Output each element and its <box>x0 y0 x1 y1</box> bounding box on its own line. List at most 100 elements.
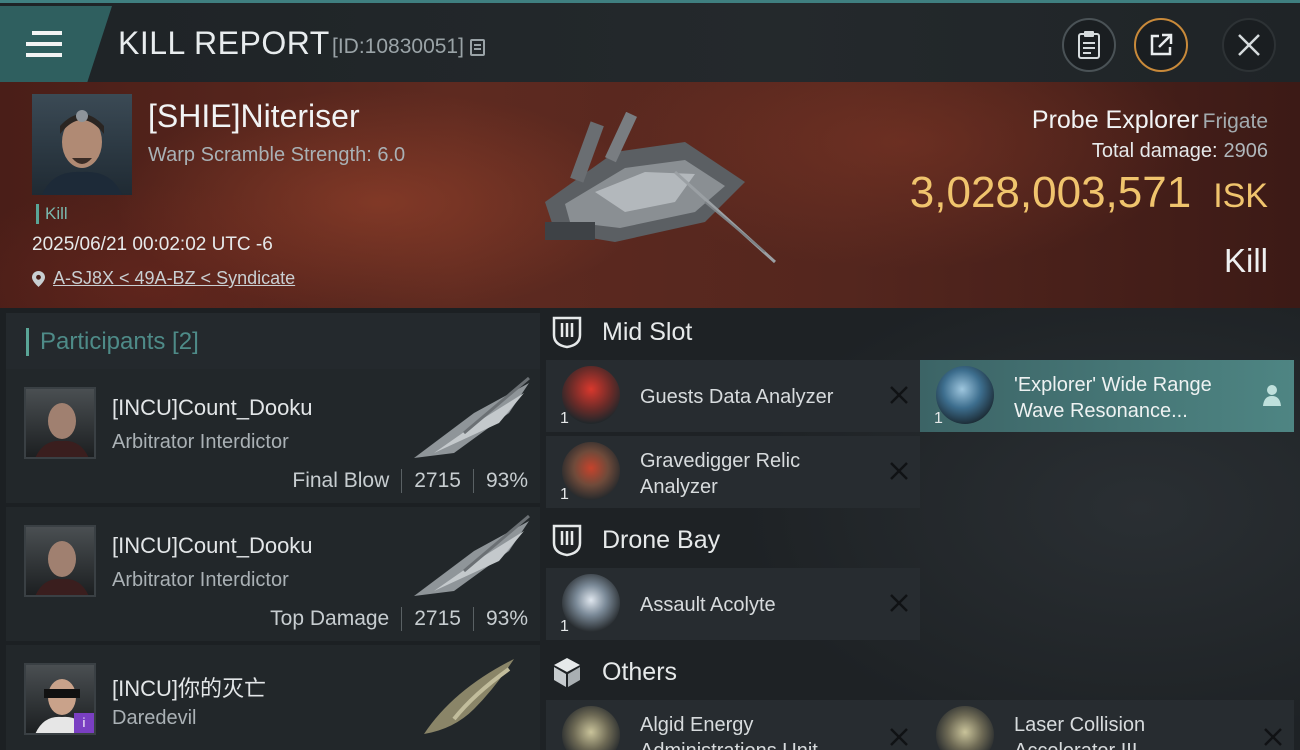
participant-ship-image <box>414 514 530 596</box>
module-item[interactable]: Laser Collision Accelerator III <box>920 700 1294 750</box>
participant-percent: 93% <box>485 469 528 492</box>
close-icon <box>1238 34 1260 56</box>
page-title: KILL REPORT <box>118 25 330 61</box>
section-title: Mid Slot <box>602 317 693 346</box>
participant-stats: Top Damage 2715 93% <box>270 607 528 631</box>
participant-avatar[interactable] <box>24 525 96 597</box>
participant-ship-image <box>414 376 530 458</box>
share-icon <box>1150 33 1173 56</box>
relic-analyzer-icon <box>562 442 620 500</box>
isk-value: 3,028,003,571 ISK <box>910 168 1268 218</box>
destroyed-x-icon <box>890 386 908 404</box>
participant-avatar[interactable]: i <box>24 663 96 735</box>
participant-damage: 2715 <box>414 607 461 630</box>
item-name-line-1: Laser Collision <box>1014 714 1146 736</box>
module-item[interactable]: 1 'Explorer' Wide Range Wave Resonance..… <box>920 360 1294 432</box>
data-analyzer-icon <box>562 366 620 424</box>
isk-amount: 3,028,003,571 <box>909 168 1192 217</box>
ship-class: Frigate <box>1202 110 1268 133</box>
item-quantity: 1 <box>560 486 569 503</box>
item-quantity: 1 <box>560 618 569 635</box>
item-name-line-2: Wave Resonance... <box>1014 400 1188 422</box>
pilot-icon <box>1263 385 1281 406</box>
stat-divider <box>401 469 403 493</box>
others-header: Others <box>550 648 677 696</box>
clipboard-button[interactable] <box>1062 18 1116 72</box>
copy-icon[interactable] <box>469 38 485 56</box>
participant-role: Final Blow <box>292 469 390 492</box>
module-item[interactable]: 1 Gravedigger Relic Analyzer <box>546 436 920 508</box>
participant-card[interactable]: [INCU]Count_Dooku Arbitrator Interdictor… <box>6 369 540 503</box>
section-title: Others <box>602 657 678 686</box>
participant-percent: 93% <box>485 607 528 630</box>
victim-name[interactable]: [SHIE]Niteriser <box>148 98 360 135</box>
participant-avatar[interactable] <box>24 387 96 459</box>
kill-tag: Kill <box>36 204 68 224</box>
result-label: Kill <box>1223 242 1268 279</box>
participants-label: Participants [2] <box>26 328 199 356</box>
participant-name[interactable]: [INCU]Count_Dooku <box>112 533 313 559</box>
close-button[interactable] <box>1222 18 1276 72</box>
menu-button[interactable] <box>0 6 112 82</box>
isk-unit: ISK <box>1213 177 1268 215</box>
energy-unit-icon <box>562 706 620 750</box>
share-button[interactable] <box>1134 18 1188 72</box>
kill-datetime: 2025/06/21 00:02:02 UTC -6 <box>32 234 273 255</box>
victim-panel: [SHIE]Niteriser Warp Scramble Strength: … <box>0 82 1300 308</box>
scanner-probe-icon <box>936 366 994 424</box>
stat-divider <box>472 607 474 631</box>
participant-stats: Final Blow 2715 93% <box>292 469 528 493</box>
participant-damage: 2715 <box>414 469 461 492</box>
top-bar: KILL REPORT [ID:10830051] <box>0 0 1300 82</box>
kill-location[interactable]: A-SJ8X < 49A-BZ < Syndicate <box>32 268 295 289</box>
item-name-line-2: Accelerator III <box>1014 738 1137 750</box>
destroyed-x-icon <box>890 594 908 612</box>
destroyed-x-icon <box>1264 728 1282 746</box>
report-id[interactable]: [ID:10830051] <box>332 35 485 59</box>
mid-slot-header: Mid Slot <box>550 308 692 356</box>
drone-item[interactable]: 1 Assault Acolyte <box>546 568 920 640</box>
location-link[interactable]: A-SJ8X < 49A-BZ < Syndicate <box>53 268 295 289</box>
item-quantity: 1 <box>934 410 943 427</box>
report-id-text: [ID:10830051] <box>332 35 464 58</box>
victim-ship[interactable]: Probe Explorer Frigate <box>1032 106 1268 135</box>
participant-ship: Arbitrator Interdictor <box>112 569 289 591</box>
item-name-line-1: Algid Energy <box>640 714 754 736</box>
total-damage: Total damage: 2906 <box>1092 140 1268 163</box>
stat-divider <box>472 469 474 493</box>
total-damage-value: 2906 <box>1223 140 1269 162</box>
participant-card[interactable]: i [INCU]你的灭亡 Daredevil <box>6 645 540 750</box>
participant-ship: Arbitrator Interdictor <box>112 431 289 453</box>
victim-ship-image <box>545 112 777 264</box>
item-name: Guests Data Analyzer <box>640 386 834 408</box>
item-name-line-1: 'Explorer' Wide Range <box>1014 374 1212 396</box>
participant-ship-image <box>424 659 514 734</box>
module-item[interactable]: Algid Energy Administrations Unit <box>546 700 920 750</box>
drone-bay-header: Drone Bay <box>550 516 720 564</box>
destroyed-x-icon <box>890 728 908 746</box>
info-badge: i <box>74 713 94 733</box>
participant-name[interactable]: [INCU]Count_Dooku <box>112 395 313 421</box>
shield-icon <box>552 316 582 349</box>
shield-icon <box>552 524 582 557</box>
drone-icon <box>562 574 620 632</box>
participant-ship: Daredevil <box>112 707 197 729</box>
participants-header: Participants [2] <box>6 313 540 371</box>
participant-name[interactable]: [INCU]你的灭亡 <box>112 671 266 703</box>
ship-name: Probe Explorer <box>1031 106 1199 134</box>
hamburger-icon <box>26 31 62 57</box>
laser-accelerator-icon <box>936 706 994 750</box>
item-name-line-2: Administrations Unit <box>640 738 818 750</box>
total-damage-label: Total damage: <box>1091 140 1218 162</box>
module-item[interactable]: 1 Guests Data Analyzer <box>546 360 920 432</box>
location-pin-icon <box>32 270 45 287</box>
warp-scramble-strength: Warp Scramble Strength: 6.0 <box>148 144 406 166</box>
cube-icon <box>554 658 580 687</box>
section-title: Drone Bay <box>602 525 721 554</box>
participant-card[interactable]: [INCU]Count_Dooku Arbitrator Interdictor… <box>6 507 540 641</box>
participant-role: Top Damage <box>270 607 390 630</box>
participants-panel: Participants [2] [INCU]Count_Dooku Arbit… <box>0 308 540 750</box>
stat-divider <box>401 607 403 631</box>
clipboard-icon <box>1078 31 1100 59</box>
victim-avatar[interactable] <box>32 94 132 195</box>
